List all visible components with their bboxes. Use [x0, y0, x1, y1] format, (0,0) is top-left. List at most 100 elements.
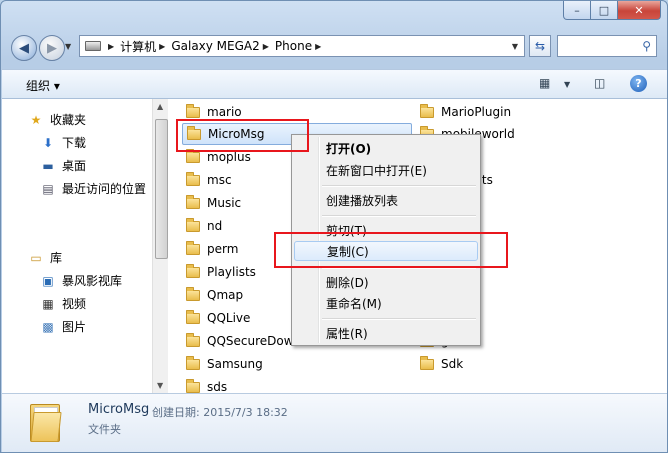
nav-item-pictures[interactable]: ▩ 图片 — [40, 318, 86, 335]
explorer-window: – □ ✕ ◀ ▶ ▼ ▶ 计算机 ▶ Galaxy MEGA2 ▶ Phone… — [0, 0, 668, 453]
maximize-button[interactable]: □ — [591, 1, 618, 20]
nav-item-label: 桌面 — [62, 159, 87, 173]
list-item[interactable]: sds — [186, 376, 227, 393]
file-name: mario — [207, 105, 242, 119]
nav-item-baofeng[interactable]: ▣ 暴风影视库 — [40, 272, 122, 289]
folder-icon — [186, 309, 200, 324]
nav-item-videos[interactable]: ▦ 视频 — [40, 295, 86, 312]
file-name: QQLive — [207, 311, 251, 325]
recent-pages-dropdown[interactable]: ▼ — [65, 42, 71, 51]
list-item[interactable]: Samsung — [186, 353, 263, 375]
highlight-box-copy — [274, 232, 508, 268]
folder-icon — [186, 378, 200, 393]
file-name: Playlists — [207, 265, 256, 279]
forward-button[interactable]: ▶ — [39, 35, 65, 61]
folder-icon — [186, 171, 200, 186]
preview-pane-icon[interactable]: ◫ — [594, 76, 605, 90]
file-name: msc — [207, 173, 232, 187]
library-icon: ▭ — [30, 250, 42, 265]
details-pane: MicroMsg 创建日期: 2015/7/3 18:32 文件夹 — [2, 393, 667, 452]
address-dropdown-icon[interactable]: ▼ — [512, 42, 518, 51]
chevron-right-icon[interactable]: ▶ — [315, 42, 321, 51]
back-button[interactable]: ◀ — [11, 35, 37, 61]
nav-item-recent[interactable]: ▤ 最近访问的位置 — [40, 180, 146, 197]
nav-favorites[interactable]: ★ 收藏夹 — [28, 111, 86, 128]
close-button[interactable]: ✕ — [618, 1, 661, 20]
arrow-left-icon: ◀ — [19, 40, 29, 56]
details-type: 文件夹 — [88, 423, 121, 436]
chevron-right-icon[interactable]: ▶ — [108, 42, 114, 51]
scrollbar-thumb[interactable] — [155, 119, 168, 259]
list-item[interactable]: Sdk — [420, 353, 463, 375]
menu-item-open-new-window[interactable]: 在新窗口中打开(E) — [294, 160, 478, 180]
nav-libraries-label: 库 — [50, 251, 63, 265]
list-item[interactable]: Music — [186, 192, 241, 214]
device-icon — [85, 41, 101, 51]
folder-icon — [186, 355, 200, 370]
file-name: Sdk — [441, 357, 464, 371]
video-library-icon: ▣ — [42, 273, 54, 288]
nav-item-label: 暴风影视库 — [62, 274, 123, 288]
list-item[interactable]: Playlists — [186, 261, 256, 283]
details-date: 创建日期: 2015/7/3 18:32 — [152, 406, 288, 419]
nav-item-downloads[interactable]: ⬇ 下载 — [40, 134, 86, 151]
list-item[interactable]: nd — [186, 215, 222, 237]
folder-icon — [186, 103, 200, 118]
folder-icon — [186, 148, 200, 163]
list-item[interactable]: MarioPlugin — [420, 101, 511, 123]
caption-buttons: – □ ✕ — [563, 1, 661, 20]
folder-icon — [186, 217, 200, 232]
menu-item-properties[interactable]: 属性(R) — [294, 323, 478, 343]
menu-separator — [322, 185, 476, 187]
nav-item-label: 图片 — [62, 320, 87, 334]
refresh-icon: ⇆ — [534, 39, 546, 53]
scroll-up-icon[interactable]: ▲ — [157, 102, 163, 111]
nav-libraries[interactable]: ▭ 库 — [28, 249, 62, 266]
list-item[interactable]: perm — [186, 238, 238, 260]
folder-large-icon — [30, 404, 62, 442]
menu-item-delete[interactable]: 删除(D) — [294, 272, 478, 292]
address-bar[interactable]: ▶ 计算机 ▶ Galaxy MEGA2 ▶ Phone ▶ ▼ — [79, 35, 525, 57]
folder-icon — [186, 286, 200, 301]
file-name: Music — [207, 196, 242, 210]
nav-item-label: 下载 — [62, 136, 87, 150]
organize-menu-button[interactable]: 组织 ▾ — [26, 77, 60, 94]
scroll-down-icon[interactable]: ▼ — [157, 381, 163, 390]
menu-item-open[interactable]: 打开(O) — [294, 138, 478, 158]
help-icon[interactable]: ? — [630, 75, 647, 92]
highlight-box-selected-folder — [176, 119, 309, 152]
minimize-button[interactable]: – — [563, 1, 591, 20]
nav-pane-scrollbar[interactable]: ▲ ▼ — [152, 99, 168, 393]
view-dropdown-icon[interactable]: ▼ — [564, 80, 570, 89]
file-name: MarioPlugin — [441, 105, 512, 119]
folder-icon — [186, 332, 200, 347]
view-options-icon[interactable]: ▦ — [539, 76, 550, 90]
list-item[interactable]: Qmap — [186, 284, 243, 306]
chevron-right-icon[interactable]: ▶ — [159, 42, 165, 51]
menu-item-rename[interactable]: 重命名(M) — [294, 293, 478, 313]
download-folder-icon: ⬇ — [42, 135, 54, 150]
nav-item-desktop[interactable]: ▬ 桌面 — [40, 157, 86, 174]
details-name: MicroMsg — [88, 402, 150, 417]
chevron-right-icon[interactable]: ▶ — [263, 42, 269, 51]
film-icon: ▦ — [42, 296, 54, 311]
picture-icon: ▩ — [42, 319, 54, 334]
nav-favorites-label: 收藏夹 — [50, 113, 87, 127]
crumb-computer[interactable]: 计算机 — [120, 38, 156, 55]
crumb-device[interactable]: Galaxy MEGA2 — [171, 39, 259, 53]
list-item[interactable]: msc — [186, 169, 232, 191]
folder-icon — [186, 240, 200, 255]
file-name: moplus — [207, 150, 251, 164]
crumb-phone[interactable]: Phone — [275, 39, 312, 53]
star-icon: ★ — [30, 112, 42, 127]
refresh-button[interactable]: ⇆ — [529, 35, 551, 57]
list-item[interactable]: QQSecureDow — [186, 330, 294, 352]
menu-item-create-playlist[interactable]: 创建播放列表 — [294, 190, 478, 210]
file-name: Qmap — [207, 288, 244, 302]
menu-separator — [322, 318, 476, 320]
list-item[interactable]: QQLive — [186, 307, 250, 329]
menu-separator — [322, 215, 476, 217]
navigation-pane: ★ 收藏夹 ⬇ 下载 ▬ 桌面 ▤ 最近访问的位置 ▭ 库 ▣ 暴风影视库 ▦ … — [2, 99, 152, 393]
search-input[interactable]: ⚲ — [557, 35, 657, 57]
desktop-icon: ▬ — [42, 158, 54, 173]
